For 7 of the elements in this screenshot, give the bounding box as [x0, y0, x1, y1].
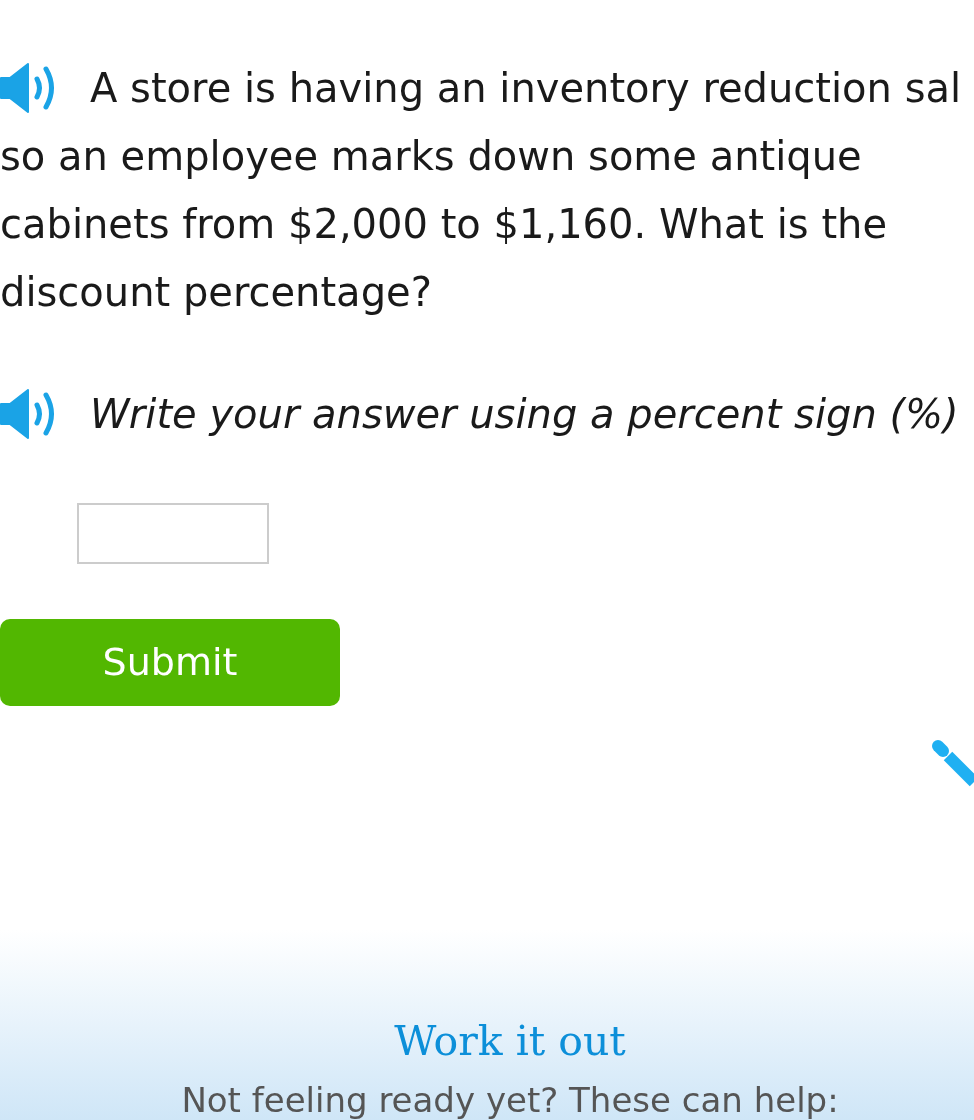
question-text: so an employee marks down some antique cabinets from $2,000 to $1,160. What is the discount percentage?: [0, 132, 888, 317]
section-subtitle: Not feeling ready yet? These can help:: [181, 1080, 839, 1120]
answer-field[interactable]: [77, 503, 269, 564]
instruction-text: Write your answer using a percent sign (%): [90, 390, 959, 439]
section-title: Work it out: [394, 1016, 626, 1067]
question-text: A store is having an inventory reduction sal: [90, 64, 962, 113]
submit-button[interactable]: Submit: [0, 619, 340, 706]
